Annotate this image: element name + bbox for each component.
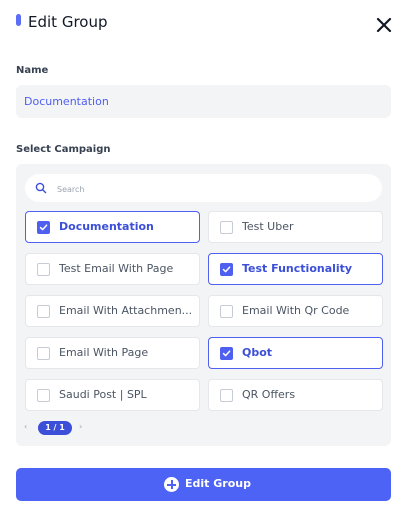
search-input[interactable] [55, 179, 369, 199]
name-input[interactable] [16, 85, 391, 118]
campaign-option-label: Email With Qr Code [242, 304, 350, 317]
campaign-option[interactable]: QR Offers [208, 379, 383, 411]
checkbox[interactable] [37, 389, 50, 402]
checkbox[interactable] [220, 305, 233, 318]
checkbox[interactable] [220, 263, 233, 276]
page-indicator: 1 / 1 [38, 421, 72, 435]
campaign-option-label: QR Offers [242, 388, 296, 401]
campaign-option-label: Email With Attachmen... [59, 304, 193, 317]
campaign-option-label: Saudi Post | SPL [59, 388, 147, 401]
campaign-option-label: Test Functionality [242, 262, 353, 275]
campaign-option[interactable]: Qbot [208, 337, 383, 369]
checkbox[interactable] [220, 221, 233, 234]
checkbox[interactable] [37, 263, 50, 276]
campaign-option-label: Documentation [59, 220, 154, 233]
campaign-panel: Documentation Test Uber Test Email With Pa… [16, 164, 391, 446]
select-campaign-label: Select Campaign [16, 144, 111, 155]
search-icon [35, 182, 47, 194]
checkbox[interactable] [37, 221, 50, 234]
close-icon [376, 17, 392, 33]
dialog-title: Edit Group [28, 13, 108, 31]
name-label: Name [16, 65, 49, 76]
dialog-header: Edit Group [0, 0, 405, 48]
edit-group-button[interactable]: Edit Group [16, 468, 391, 501]
edit-group-button-label: Edit Group [185, 477, 251, 490]
campaign-option[interactable]: Email With Attachmen... [25, 295, 200, 327]
campaign-option-label: Test Email With Page [59, 262, 174, 275]
campaign-option-label: Email With Page [59, 346, 149, 359]
checkbox[interactable] [37, 305, 50, 318]
campaign-option[interactable]: Test Email With Page [25, 253, 200, 285]
campaign-option[interactable]: Documentation [25, 211, 200, 243]
checkbox[interactable] [220, 389, 233, 402]
check-icon [222, 350, 231, 357]
edit-group-dialog: Edit Group Name Select Campaign Document… [0, 0, 405, 514]
campaign-option[interactable]: Test Functionality [208, 253, 383, 285]
next-page-button[interactable]: › [79, 422, 82, 431]
check-icon [39, 224, 48, 231]
campaign-option[interactable]: Email With Qr Code [208, 295, 383, 327]
check-icon [222, 266, 231, 273]
checkbox[interactable] [37, 347, 50, 360]
title-accent-bar [16, 14, 21, 26]
checkbox[interactable] [220, 347, 233, 360]
campaign-option-label: Test Uber [242, 220, 294, 233]
plus-circle-icon [164, 477, 179, 492]
campaign-option[interactable]: Test Uber [208, 211, 383, 243]
campaign-option-label: Qbot [242, 346, 273, 359]
close-button[interactable] [373, 14, 395, 36]
campaign-option[interactable]: Saudi Post | SPL [25, 379, 200, 411]
campaign-search [25, 174, 382, 202]
campaign-option[interactable]: Email With Page [25, 337, 200, 369]
prev-page-button[interactable]: ‹ [24, 422, 27, 431]
